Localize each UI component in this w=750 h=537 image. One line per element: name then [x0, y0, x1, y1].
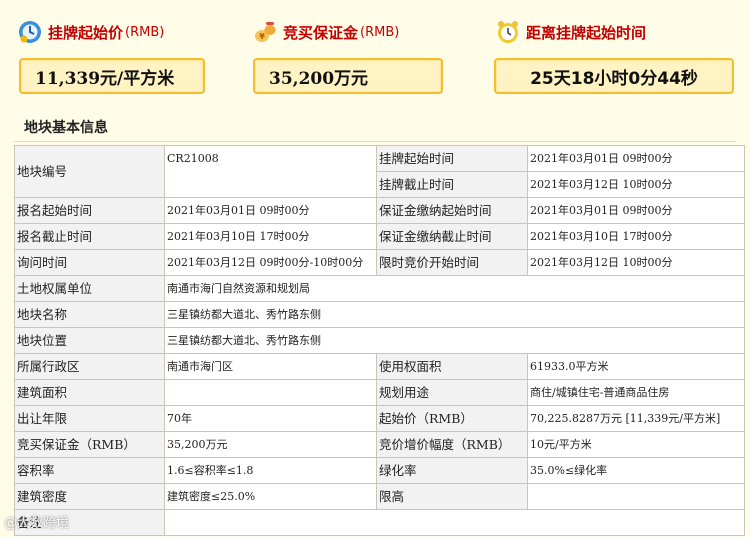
label-cell: 规划用途	[376, 379, 528, 406]
table-row: 土地权属单位 南通市海门自然资源和规划局	[14, 275, 745, 302]
label-cell: 土地权属单位	[14, 275, 165, 302]
label-cell: 使用权面积	[376, 353, 528, 380]
alarm-clock-icon	[496, 20, 520, 44]
label-cell: 地块位置	[14, 327, 165, 354]
summary-bar: 挂牌起始价 (RMB) 11,339元/平方米 ¥ 竞买保证金 (RMB) 35…	[0, 0, 750, 112]
label-cell: 竞价增价幅度（RMB）	[376, 431, 528, 458]
label-cell: 容积率	[14, 457, 165, 484]
value-cell: 2021年03月01日 09时00分	[527, 145, 745, 172]
value-cell: 35,200万元	[164, 431, 377, 458]
svg-text:¥: ¥	[259, 32, 265, 41]
table-row: 容积率 1.6≤容积率≤1.8 绿化率 35.0%≤绿化率	[14, 457, 745, 484]
value-cell: 2021年03月10日 17时00分	[527, 223, 745, 250]
value-cell	[164, 379, 377, 406]
label-cell: 限时竞价开始时间	[376, 249, 528, 276]
table-row: 地块位置 三星镇纺都大道北、秀竹路东侧	[14, 327, 745, 354]
label-cell: 竞买保证金（RMB）	[14, 431, 165, 458]
label-cell: 地块编号	[14, 145, 165, 198]
section-divider	[14, 141, 736, 142]
value-cell: 1.6≤容积率≤1.8	[164, 457, 377, 484]
value-cell: 61933.0平方米	[527, 353, 745, 380]
start-price-title: 挂牌起始价 (RMB)	[18, 18, 164, 46]
label-cell: 保证金缴纳截止时间	[376, 223, 528, 250]
value-cell: 三星镇纺都大道北、秀竹路东侧	[164, 301, 745, 328]
countdown-value: 25天18小时0分44秒	[530, 68, 698, 89]
label-cell: 所属行政区	[14, 353, 165, 380]
value-cell: 2021年03月12日 10时00分	[527, 249, 745, 276]
value-cell: 70,225.8287万元 [11,339元/平方米]	[527, 405, 745, 432]
table-row: 报名起始时间 2021年03月01日 09时00分 保证金缴纳起始时间 2021…	[14, 197, 745, 224]
countdown-value-box: 25天18小时0分44秒	[494, 58, 734, 94]
start-price-label: 挂牌起始价	[48, 23, 124, 42]
label-cell: 保证金缴纳起始时间	[376, 197, 528, 224]
start-price-value-box: 11,339元/平方米	[19, 58, 205, 94]
deposit-title: ¥ 竞买保证金 (RMB)	[253, 18, 399, 46]
value-cell: 建筑密度≤25.0%	[164, 483, 377, 510]
watermark: @大数跨境	[4, 516, 70, 531]
label-cell: 建筑密度	[14, 483, 165, 510]
value-cell	[527, 483, 745, 510]
value-cell: 三星镇纺都大道北、秀竹路东侧	[164, 327, 745, 354]
value-cell	[164, 509, 745, 536]
start-price-unit: (RMB)	[125, 24, 165, 40]
money-bag-icon: ¥	[253, 20, 277, 44]
table-row: 地块编号 CR21008 挂牌起始时间 2021年03月01日 09时00分	[14, 145, 745, 198]
value-cell: 2021年03月10日 17时00分	[164, 223, 377, 250]
label-cell: 出让年限	[14, 405, 165, 432]
value-cell: 南通市海门区	[164, 353, 377, 380]
value-cell: 2021年03月12日 09时00分-10时00分	[164, 249, 377, 276]
countdown-title: 距离挂牌起始时间	[496, 18, 646, 46]
value-cell: CR21008	[164, 145, 377, 198]
value-cell: 2021年03月01日 09时00分	[164, 197, 377, 224]
label-cell: 地块名称	[14, 301, 165, 328]
label-cell: 挂牌起始时间	[376, 145, 528, 172]
start-price-value: 11,339元/平方米	[35, 68, 175, 89]
deposit-unit: (RMB)	[360, 24, 400, 40]
label-cell: 建筑面积	[14, 379, 165, 406]
value-cell: 商住/城镇住宅-普通商品住房	[527, 379, 745, 406]
table-row: 询问时间 2021年03月12日 09时00分-10时00分 限时竞价开始时间 …	[14, 249, 745, 276]
table-row: 地块名称 三星镇纺都大道北、秀竹路东侧	[14, 301, 745, 328]
label-cell: 限高	[376, 483, 528, 510]
deposit-label: 竞买保证金	[283, 23, 359, 42]
table-row: 出让年限 70年 起始价（RMB） 70,225.8287万元 [11,339元…	[14, 405, 745, 432]
land-info-table: 地块编号 CR21008 挂牌起始时间 2021年03月01日 09时00分 挂…	[14, 145, 745, 536]
label-cell: 询问时间	[14, 249, 165, 276]
table-row: 建筑面积 规划用途 商住/城镇住宅-普通商品住房	[14, 379, 745, 406]
countdown-label: 距离挂牌起始时间	[526, 23, 647, 42]
label-cell: 报名截止时间	[14, 223, 165, 250]
section-title: 地块基本信息	[24, 120, 108, 136]
label-cell: 起始价（RMB）	[376, 405, 528, 432]
value-cell: 10元/平方米	[527, 431, 745, 458]
label-cell: 挂牌截止时间	[376, 171, 528, 198]
table-row: 备注	[14, 509, 745, 536]
label-cell: 绿化率	[376, 457, 528, 484]
deposit-value-box: 35,200万元	[253, 58, 443, 94]
table-row: 报名截止时间 2021年03月10日 17时00分 保证金缴纳截止时间 2021…	[14, 223, 745, 250]
value-cell: 南通市海门自然资源和规划局	[164, 275, 745, 302]
value-cell: 35.0%≤绿化率	[527, 457, 745, 484]
table-row: 所属行政区 南通市海门区 使用权面积 61933.0平方米	[14, 353, 745, 380]
value-cell: 2021年03月12日 10时00分	[527, 171, 745, 198]
table-row: 建筑密度 建筑密度≤25.0% 限高	[14, 483, 745, 510]
value-cell: 70年	[164, 405, 377, 432]
value-cell: 2021年03月01日 09时00分	[527, 197, 745, 224]
label-cell: 报名起始时间	[14, 197, 165, 224]
price-tag-icon	[18, 20, 42, 44]
deposit-value: 35,200万元	[269, 68, 369, 89]
table-row: 竞买保证金（RMB） 35,200万元 竞价增价幅度（RMB） 10元/平方米	[14, 431, 745, 458]
